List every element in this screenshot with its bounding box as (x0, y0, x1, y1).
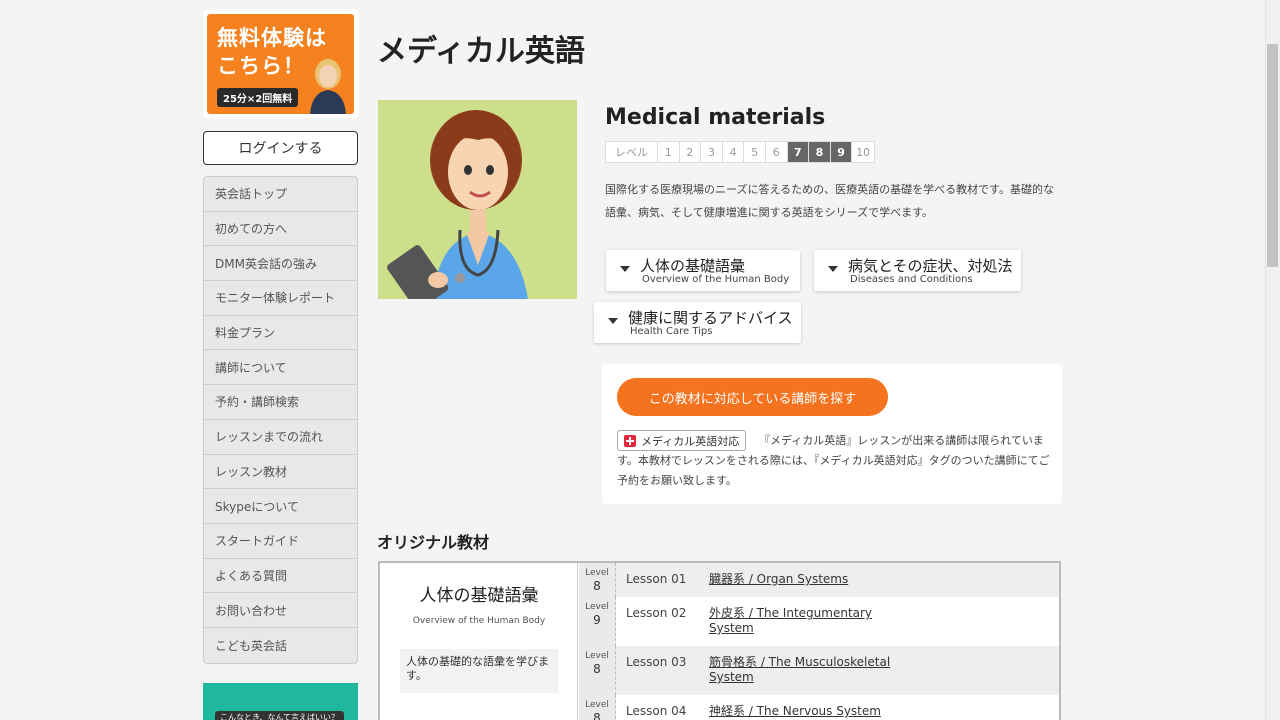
toc-item-diseases[interactable]: 病気とその症状、対処法 Diseases and Conditions (814, 250, 1021, 291)
promo-banner[interactable]: こんなとき、なんて言えばいい？ (203, 682, 358, 720)
banner-subtitle: 25分×2回無料 (217, 88, 299, 107)
login-button[interactable]: ログインする (203, 131, 358, 165)
course-title: 人体の基礎語彙 (419, 586, 539, 606)
teacher-photo-icon (310, 59, 346, 114)
level-indicator: レベル 1 2 3 4 5 6 7 8 9 10 (605, 141, 875, 163)
lesson-title-link[interactable]: 筋骨格系 / The Musculoskeletal System (709, 655, 909, 685)
lesson-number: Lesson 03 (626, 655, 687, 669)
scrollbar-thumb[interactable] (1267, 44, 1278, 267)
level-7: 7 (787, 142, 810, 162)
find-teacher-button[interactable]: この教材に対応している講師を探す (617, 378, 888, 416)
lesson-number: Lesson 02 (626, 606, 687, 620)
toc-subtitle: Diseases and Conditions (850, 274, 973, 285)
toc-item-health-tips[interactable]: 健康に関するアドバイス Health Care Tips (594, 302, 801, 343)
sidebar-item-strengths[interactable]: DMM英会話の強み (204, 246, 357, 282)
sidebar-item-materials[interactable]: レッスン教材 (204, 455, 357, 490)
material-title: Medical materials (605, 105, 826, 130)
promo-tag: こんなとき、なんて言えばいい？ (215, 710, 345, 720)
table-row: Level 8 Lesson 04 神経系 / The Nervous Syste… (579, 695, 1059, 720)
lesson-table: 人体の基礎語彙 Overview of the Human Body 人体の基礎… (378, 561, 1061, 720)
lesson-level: Level 8 (579, 646, 616, 695)
nurse-icon (387, 110, 528, 299)
toc-title: 健康に関するアドバイス (628, 309, 793, 327)
medical-english-tag[interactable]: メディカル英語対応 (617, 430, 747, 451)
teacher-search-box: この教材に対応している講師を探す 『メディカル英語』レッスンが出来る講師は限られ… (602, 364, 1062, 504)
table-row: Level 8 Lesson 01 臓器系 / Organ Systems (579, 563, 1059, 597)
level-9: 9 (830, 142, 853, 162)
level-8: 8 (809, 142, 831, 162)
level-1: 1 (658, 142, 680, 162)
caret-down-icon (828, 266, 838, 272)
lesson-number: Lesson 01 (626, 572, 687, 586)
nurse-illustration (378, 100, 577, 299)
page-scrollbar[interactable] (1265, 0, 1280, 720)
level-6: 6 (766, 142, 788, 162)
toc-subtitle: Health Care Tips (630, 326, 713, 337)
sidebar-item-faq[interactable]: よくある質問 (204, 559, 357, 594)
sidebar-item-beginners[interactable]: 初めての方へ (204, 212, 357, 247)
table-row: Level 9 Lesson 02 外皮系 / The Integumentary… (579, 597, 1059, 646)
caret-down-icon (608, 318, 618, 324)
sidebar-item-skype[interactable]: Skypeについて (204, 489, 357, 524)
toc-title: 人体の基礎語彙 (640, 257, 746, 275)
page-title: メディカル英語 (377, 34, 585, 69)
level-10: 10 (856, 145, 871, 159)
course-summary: 人体の基礎語彙 Overview of the Human Body 人体の基礎… (380, 563, 578, 720)
lesson-number: Lesson 04 (626, 704, 687, 718)
level-label: レベル (606, 142, 658, 162)
sidebar-item-lesson-flow[interactable]: レッスンまでの流れ (204, 420, 357, 455)
lesson-level: Level 8 (579, 695, 616, 720)
toc-title: 病気とその症状、対処法 (848, 257, 1013, 275)
level-3: 3 (701, 142, 723, 162)
medical-cross-icon (624, 434, 636, 447)
sidebar-item-booking[interactable]: 予約・講師検索 (204, 385, 357, 420)
level-2: 2 (680, 142, 702, 162)
lesson-level: Level 8 (579, 563, 616, 597)
toc-item-human-body[interactable]: 人体の基礎語彙 Overview of the Human Body (606, 250, 800, 291)
sidebar-item-start-guide[interactable]: スタートガイド (204, 524, 357, 559)
lesson-title-link[interactable]: 外皮系 / The Integumentary System (709, 606, 909, 636)
banner-body[interactable]: 無料体験はこちら！ 25分×2回無料 (207, 14, 354, 114)
material-description: 国際化する医療現場のニーズに答えるための、医療英語の基礎を学べる教材です。基礎的… (605, 183, 1055, 219)
sidebar-item-pricing[interactable]: 料金プラン (204, 316, 357, 351)
level-5: 5 (744, 142, 766, 162)
tag-label: メディカル英語対応 (641, 434, 740, 448)
section-title: オリジナル教材 (377, 533, 490, 552)
course-description: 人体の基礎的な語彙を学びます。 (400, 649, 558, 693)
lesson-title-link[interactable]: 神経系 / The Nervous System (709, 704, 909, 719)
table-row: Level 8 Lesson 03 筋骨格系 / The Musculoskele… (579, 646, 1059, 695)
caret-down-icon (620, 266, 630, 272)
sidebar-item-kids[interactable]: こども英会話 (204, 628, 357, 663)
lesson-rows: Level 8 Lesson 01 臓器系 / Organ Systems Lev… (579, 563, 1059, 720)
lesson-level: Level 9 (579, 597, 616, 646)
lesson-title-link[interactable]: 臓器系 / Organ Systems (709, 572, 909, 587)
sidebar-nav: 英会話トップ 初めての方へ DMM英会話の強み モニター体験レポート 料金プラン… (203, 176, 358, 664)
free-trial-banner[interactable]: 無料体験はこちら！ 25分×2回無料 (203, 10, 358, 118)
course-subtitle: Overview of the Human Body (412, 616, 546, 626)
sidebar-item-monitor-report[interactable]: モニター体験レポート (204, 281, 357, 316)
toc-subtitle: Overview of the Human Body (642, 274, 790, 285)
sidebar: 無料体験はこちら！ 25分×2回無料 ログインする 英会話トップ 初めての方へ … (203, 10, 358, 720)
level-4: 4 (723, 142, 745, 162)
sidebar-item-contact[interactable]: お問い合わせ (204, 593, 357, 628)
sidebar-item-teachers[interactable]: 講師について (204, 350, 357, 386)
sidebar-item-top[interactable]: 英会話トップ (204, 177, 357, 212)
